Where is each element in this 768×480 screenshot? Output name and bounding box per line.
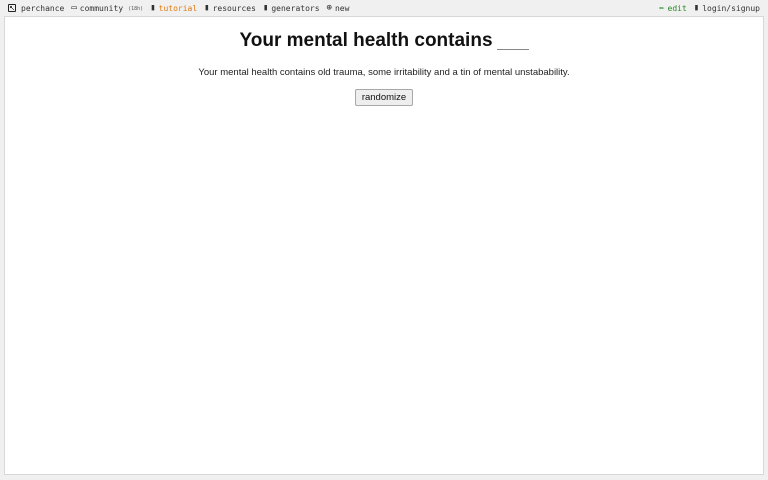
chat-icon: ▭ xyxy=(71,2,77,13)
nav-generators[interactable]: ▮ generators xyxy=(262,2,320,13)
randomize-button[interactable]: randomize xyxy=(354,89,414,106)
generated-output: Your mental health contains old trauma, … xyxy=(198,67,570,78)
nav-login-label: login/signup xyxy=(702,3,760,13)
nav-perchance-label: perchance xyxy=(21,3,65,13)
dice-icon xyxy=(8,4,16,12)
user-icon: ▮ xyxy=(693,2,700,13)
nav-new[interactable]: ⊕ new xyxy=(326,2,350,13)
nav-new-label: new xyxy=(334,3,350,13)
grid-icon: ▮ xyxy=(262,2,269,13)
nav-resources-label: resources xyxy=(212,3,256,13)
book-icon: ▮ xyxy=(150,2,156,13)
folder-icon: ▮ xyxy=(204,2,210,13)
page-title: Your mental health contains xyxy=(5,30,763,52)
nav-login[interactable]: ▮ login/signup xyxy=(693,2,760,13)
plus-circle-icon: ⊕ xyxy=(326,2,332,13)
nav-generators-label: generators xyxy=(271,3,320,13)
nav-resources[interactable]: ▮ resources xyxy=(204,2,256,13)
nav-edit-label: edit xyxy=(667,3,687,13)
community-badge: (18h) xyxy=(128,6,144,12)
top-nav-bar: perchance ▭ community (18h) ▮ tutorial ▮… xyxy=(0,0,768,16)
nav-right: ✏ edit ▮ login/signup xyxy=(659,2,760,13)
nav-edit[interactable]: ✏ edit xyxy=(659,2,687,13)
pencil-icon: ✏ xyxy=(659,2,665,13)
title-blank-line xyxy=(496,49,529,50)
nav-community-label: community xyxy=(79,3,124,13)
nav-community[interactable]: ▭ community (18h) xyxy=(71,2,144,13)
nav-left: perchance ▭ community (18h) ▮ tutorial ▮… xyxy=(8,2,350,13)
generator-frame: Your mental health contains Your mental … xyxy=(4,16,764,475)
nav-tutorial[interactable]: ▮ tutorial xyxy=(150,2,198,13)
nav-tutorial-label: tutorial xyxy=(158,3,198,13)
nav-perchance[interactable]: perchance xyxy=(8,4,64,13)
page-title-text: Your mental health contains xyxy=(239,30,493,51)
